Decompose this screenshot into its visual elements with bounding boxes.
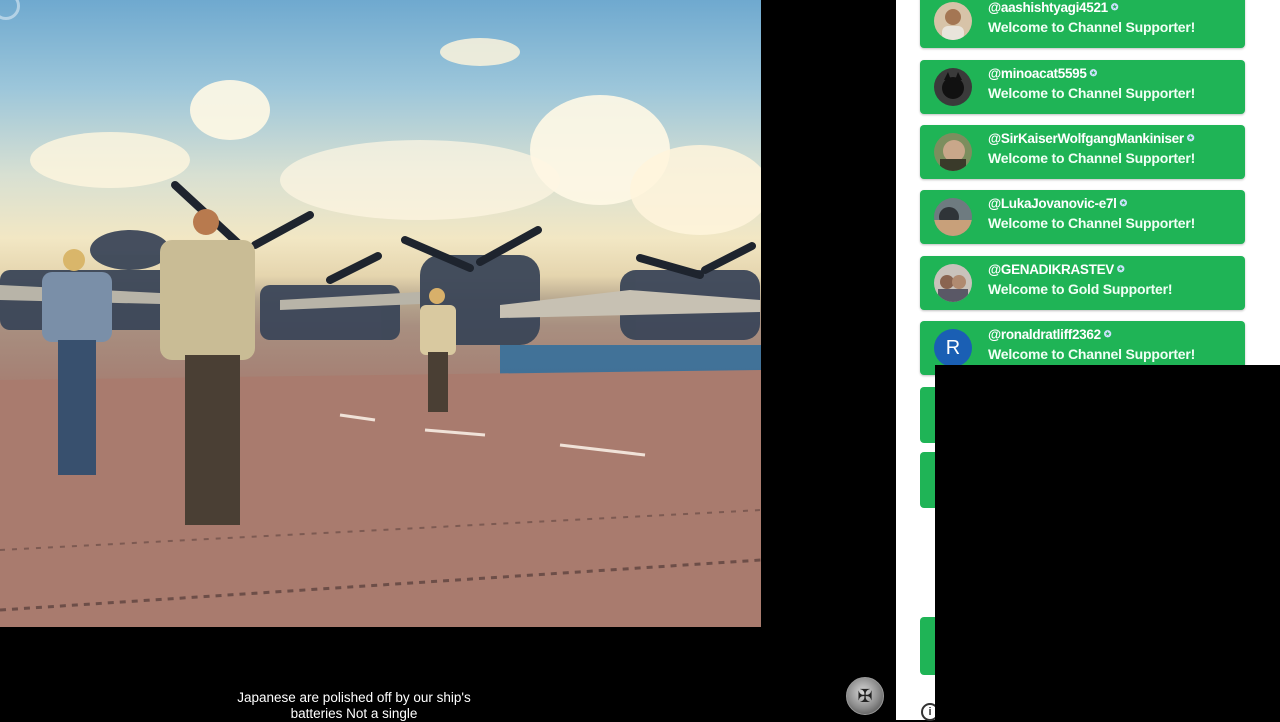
author-name[interactable]: @SirKaiserWolfgangMankiniser ✪	[988, 131, 1194, 146]
author-name[interactable]: @ronaldratliff2362 ✪	[988, 327, 1111, 342]
member-badge-icon: ✪	[1089, 68, 1098, 78]
author-avatar[interactable]: R	[934, 329, 972, 367]
overlay-panel	[935, 365, 1280, 720]
chat-membership-item[interactable]: @aashishtyagi4521 ✪ Welcome to Channel Su…	[920, 0, 1245, 48]
video-player[interactable]: Japanese are polished off by our ship's …	[0, 0, 896, 721]
author-name[interactable]: @aashishtyagi4521 ✪	[988, 0, 1118, 15]
chat-message: Welcome to Channel Supporter!	[988, 346, 1196, 362]
chat-membership-item[interactable]: @GENADIKRASTEV ✪ Welcome to Gold Supporte…	[920, 256, 1245, 310]
author-name[interactable]: @minoacat5595 ✪	[988, 66, 1097, 81]
member-badge-icon: ✪	[1186, 133, 1195, 143]
chat-message: Welcome to Channel Supporter!	[988, 85, 1196, 101]
chat-membership-item[interactable]: @minoacat5595 ✪ Welcome to Channel Suppor…	[920, 60, 1245, 114]
author-avatar[interactable]	[934, 264, 972, 302]
author-avatar[interactable]	[934, 133, 972, 171]
chat-membership-item[interactable]: @SirKaiserWolfgangMankiniser ✪ Welcome to…	[920, 125, 1245, 179]
author-name[interactable]: @LukaJovanovic-e7l ✪	[988, 196, 1127, 211]
author-avatar[interactable]	[934, 68, 972, 106]
chat-message: Welcome to Channel Supporter!	[988, 215, 1196, 231]
member-badge-icon: ✪	[1116, 264, 1125, 274]
video-frame[interactable]	[0, 0, 761, 627]
chat-message: Welcome to Channel Supporter!	[988, 150, 1196, 166]
subtitle-caption: Japanese are polished off by our ship's …	[237, 690, 471, 721]
author-avatar[interactable]	[934, 2, 972, 40]
author-name[interactable]: @GENADIKRASTEV ✪	[988, 262, 1125, 277]
author-avatar[interactable]	[934, 198, 972, 236]
video-scene	[0, 38, 761, 627]
channel-watermark-icon[interactable]: ✠	[846, 677, 884, 715]
member-badge-icon: ✪	[1119, 198, 1128, 208]
chat-membership-item[interactable]: @LukaJovanovic-e7l ✪ Welcome to Channel S…	[920, 190, 1245, 244]
chat-message: Welcome to Gold Supporter!	[988, 281, 1173, 297]
member-badge-icon: ✪	[1110, 2, 1119, 12]
member-badge-icon: ✪	[1103, 329, 1112, 339]
chat-message: Welcome to Channel Supporter!	[988, 19, 1196, 35]
